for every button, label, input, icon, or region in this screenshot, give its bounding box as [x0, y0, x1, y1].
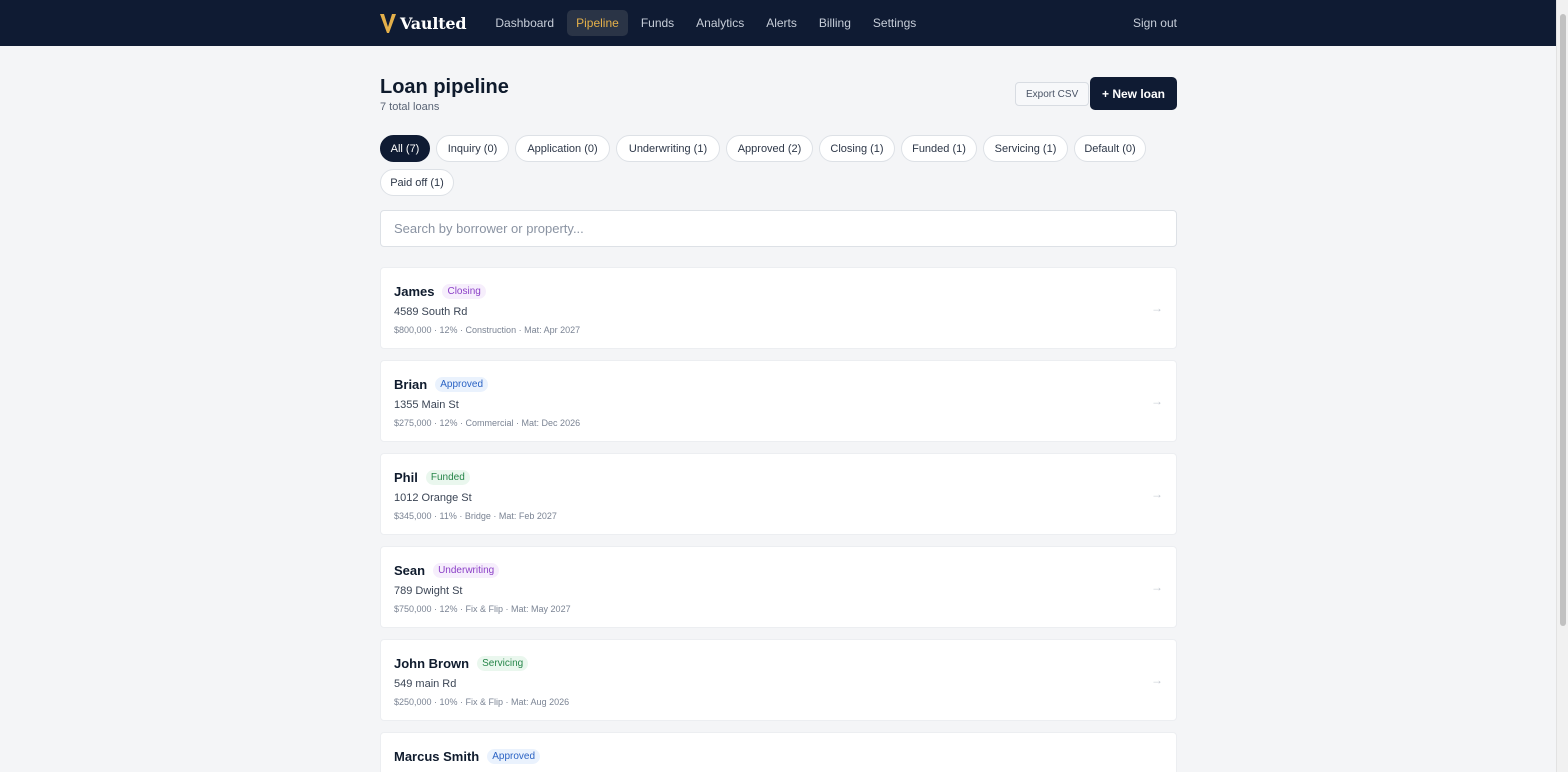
- filter-chip-all[interactable]: All (7): [380, 135, 430, 162]
- top-nav-bar: Vaulted Dashboard Pipeline Funds Analyti…: [0, 0, 1568, 46]
- status-badge: Underwriting: [433, 563, 500, 578]
- nav-item-alerts[interactable]: Alerts: [757, 10, 806, 36]
- loan-details: $750,000 · 12% · Fix & Flip · Mat: May 2…: [394, 604, 571, 614]
- loan-card-header: Phil Funded: [394, 470, 470, 485]
- nav-item-pipeline[interactable]: Pipeline: [567, 10, 628, 36]
- scrollbar-thumb[interactable]: [1560, 14, 1566, 626]
- nav-item-settings[interactable]: Settings: [864, 10, 925, 36]
- borrower-name: John Brown: [394, 656, 470, 671]
- filter-chip-application[interactable]: Application (0): [515, 135, 610, 162]
- nav-item-analytics[interactable]: Analytics: [687, 10, 753, 36]
- page-header: Loan pipeline 7 total loans Export CSV +…: [380, 46, 1177, 126]
- loan-card[interactable]: John Brown Servicing 549 main Rd $250,00…: [380, 639, 1177, 721]
- arrow-right-icon: →: [1151, 487, 1163, 501]
- status-badge: Servicing: [477, 656, 529, 671]
- borrower-name: Phil: [394, 470, 418, 485]
- property-address: 549 main Rd: [394, 678, 457, 690]
- filter-chip-paid-off[interactable]: Paid off (1): [380, 169, 454, 196]
- nav-item-billing[interactable]: Billing: [810, 10, 860, 36]
- loan-count: 7 total loans: [380, 101, 440, 113]
- status-badge: Funded: [425, 470, 470, 485]
- filter-chip-closing[interactable]: Closing (1): [819, 135, 895, 162]
- borrower-name: James: [394, 284, 435, 299]
- export-csv-button[interactable]: Export CSV: [1015, 82, 1090, 106]
- page-scrollbar[interactable]: [1556, 0, 1568, 772]
- page-title: Loan pipeline: [380, 76, 509, 98]
- loan-card-header: Sean Underwriting: [394, 563, 500, 578]
- arrow-right-icon: →: [1151, 394, 1163, 408]
- borrower-name: Marcus Smith: [394, 749, 480, 764]
- brand-logo[interactable]: Vaulted: [380, 12, 467, 34]
- new-loan-button[interactable]: + New loan: [1090, 77, 1177, 110]
- loan-card[interactable]: Brian Approved 1355 Main St $275,000 · 1…: [380, 360, 1177, 442]
- property-address: 1355 Main St: [394, 399, 459, 411]
- main-nav: Dashboard Pipeline Funds Analytics Alert…: [486, 10, 925, 36]
- property-address: 1012 Orange St: [394, 492, 472, 504]
- loan-card[interactable]: Phil Funded 1012 Orange St $345,000 · 11…: [380, 453, 1177, 535]
- property-address: 789 Dwight St: [394, 585, 463, 597]
- borrower-name: Sean: [394, 563, 426, 578]
- filter-chip-inquiry[interactable]: Inquiry (0): [436, 135, 509, 162]
- main-content: Loan pipeline 7 total loans Export CSV +…: [380, 46, 1177, 772]
- loan-card-header: Brian Approved: [394, 377, 489, 392]
- top-nav-inner: Vaulted Dashboard Pipeline Funds Analyti…: [380, 0, 1177, 46]
- loan-card[interactable]: Marcus Smith Approved: [380, 732, 1177, 772]
- search-input[interactable]: [380, 210, 1177, 247]
- loan-details: $800,000 · 12% · Construction · Mat: Apr…: [394, 325, 581, 335]
- status-badge: Approved: [435, 377, 489, 392]
- loan-card[interactable]: Sean Underwriting 789 Dwight St $750,000…: [380, 546, 1177, 628]
- loan-card-header: Marcus Smith Approved: [394, 749, 541, 764]
- vaulted-logo-icon: [380, 14, 396, 33]
- arrow-right-icon: →: [1151, 301, 1163, 315]
- filter-chip-servicing[interactable]: Servicing (1): [983, 135, 1068, 162]
- property-address: 4589 South Rd: [394, 306, 468, 318]
- borrower-name: Brian: [394, 377, 428, 392]
- filter-chip-default[interactable]: Default (0): [1074, 135, 1146, 162]
- status-badge: Approved: [487, 749, 541, 764]
- nav-item-dashboard[interactable]: Dashboard: [486, 10, 563, 36]
- loan-card-header: John Brown Servicing: [394, 656, 529, 671]
- filter-chip-approved[interactable]: Approved (2): [726, 135, 813, 162]
- filter-chip-funded[interactable]: Funded (1): [901, 135, 977, 162]
- loan-card-header: James Closing: [394, 284, 486, 299]
- loan-card[interactable]: James Closing 4589 South Rd $800,000 · 1…: [380, 267, 1177, 349]
- loan-details: $250,000 · 10% · Fix & Flip · Mat: Aug 2…: [394, 697, 570, 707]
- brand-name: Vaulted: [400, 13, 467, 33]
- filter-chip-underwriting[interactable]: Underwriting (1): [616, 135, 720, 162]
- arrow-right-icon: →: [1151, 673, 1163, 687]
- sign-out-link[interactable]: Sign out: [1133, 16, 1177, 30]
- arrow-right-icon: →: [1151, 580, 1163, 594]
- loan-details: $345,000 · 11% · Bridge · Mat: Feb 2027: [394, 511, 557, 521]
- status-badge: Closing: [442, 284, 486, 299]
- loan-details: $275,000 · 12% · Commercial · Mat: Dec 2…: [394, 418, 581, 428]
- nav-item-funds[interactable]: Funds: [632, 10, 683, 36]
